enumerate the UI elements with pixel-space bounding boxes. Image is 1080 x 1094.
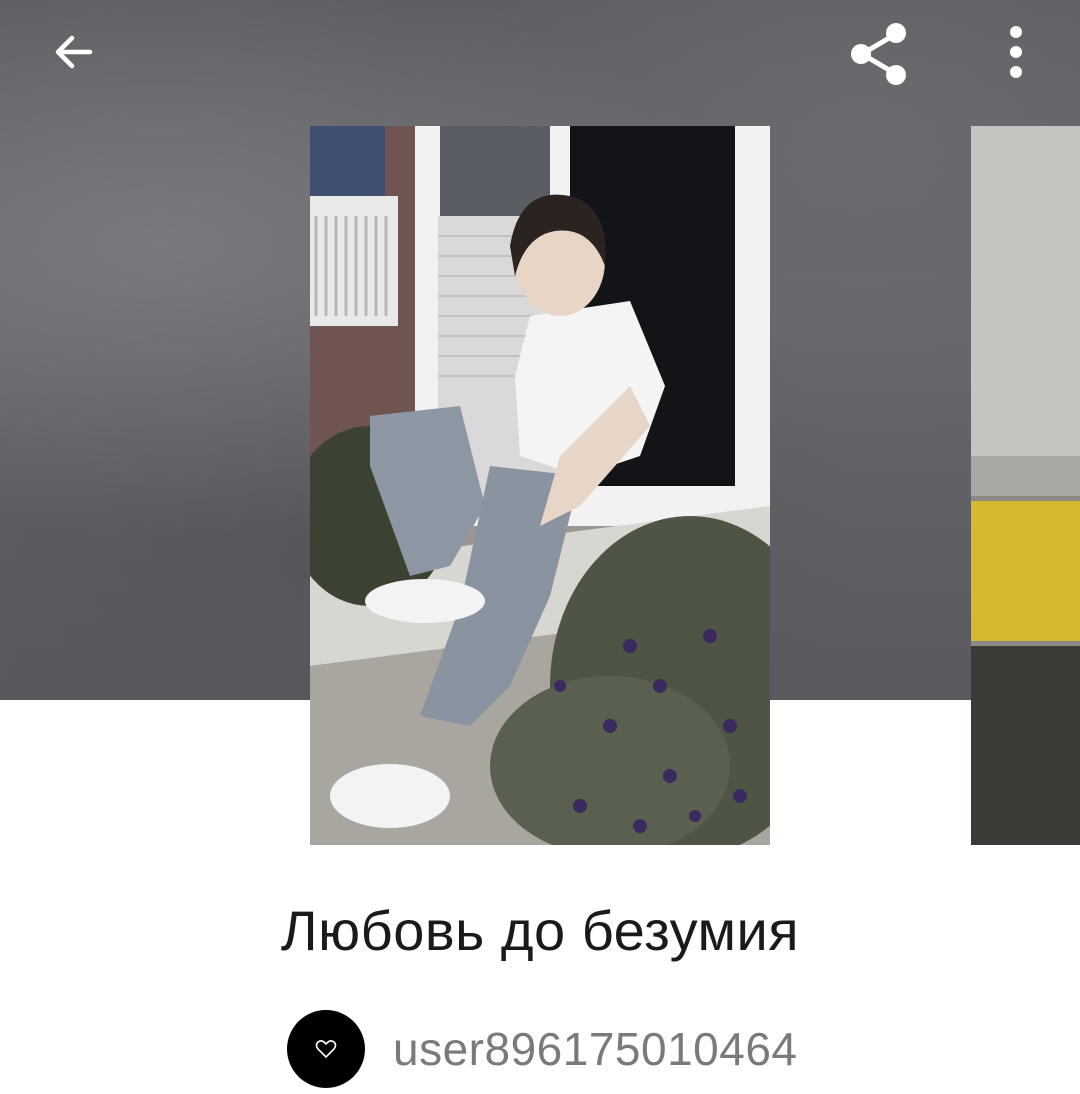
next-cover-photo bbox=[971, 126, 1080, 845]
back-button[interactable] bbox=[38, 16, 110, 88]
arrow-left-icon bbox=[55, 35, 93, 69]
avatar[interactable] bbox=[287, 1010, 365, 1088]
heart-outline-icon bbox=[315, 1040, 337, 1059]
more-options-button[interactable] bbox=[986, 16, 1046, 88]
story-title: Любовь до безумия bbox=[280, 899, 800, 962]
share-button[interactable] bbox=[840, 14, 918, 92]
more-vertical-icon bbox=[1010, 26, 1022, 78]
next-story-cover[interactable] bbox=[971, 126, 1080, 845]
author-username[interactable]: user896175010464 bbox=[393, 1022, 797, 1076]
author-link[interactable]: user896175010464 bbox=[287, 1009, 797, 1089]
share-icon bbox=[851, 23, 906, 85]
top-app-bar bbox=[0, 0, 1080, 110]
story-cover-image[interactable] bbox=[310, 126, 770, 845]
cover-photo bbox=[310, 126, 770, 845]
